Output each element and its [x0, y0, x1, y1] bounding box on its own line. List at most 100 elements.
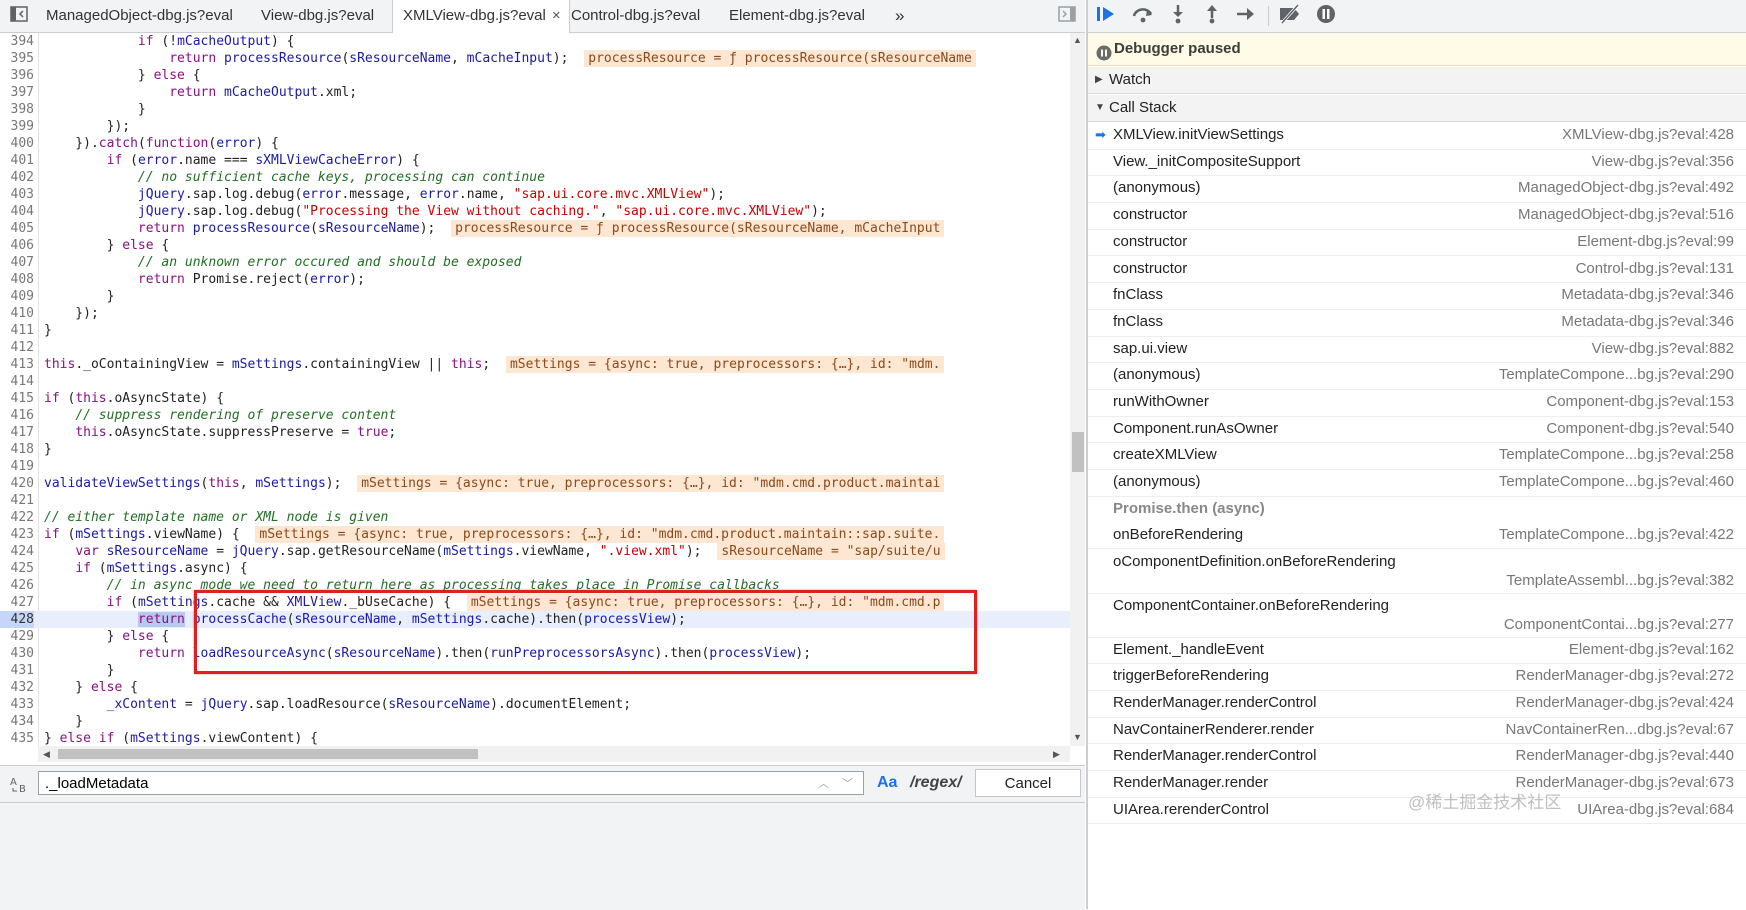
code-line[interactable]: 417 this.oAsyncState.suppressPreserve = …: [0, 424, 1070, 441]
code-line[interactable]: 424 var sResourceName = jQuery.sap.getRe…: [0, 543, 1070, 560]
tab-control[interactable]: Control-dbg.js?eval: [571, 0, 700, 32]
line-number[interactable]: 432: [0, 679, 34, 696]
line-number[interactable]: 394: [0, 33, 34, 50]
frame-location-link[interactable]: View-dbg.js?eval:882: [1592, 340, 1734, 357]
code-line[interactable]: 433 _xContent = jQuery.sap.loadResource(…: [0, 696, 1070, 713]
call-frame[interactable]: constructor Element-dbg.js?eval:99: [1088, 229, 1746, 257]
call-frame[interactable]: RenderManager.renderControl RenderManager…: [1088, 690, 1746, 718]
line-number[interactable]: 416: [0, 407, 34, 424]
code-line[interactable]: 414: [0, 373, 1070, 390]
line-number[interactable]: 396: [0, 67, 34, 84]
code-line[interactable]: 400 }).catch(function(error) {: [0, 135, 1070, 152]
frame-location-link[interactable]: Metadata-dbg.js?eval:346: [1561, 313, 1734, 330]
code-line[interactable]: 412: [0, 339, 1070, 356]
code-line[interactable]: 425 if (mSettings.async) {: [0, 560, 1070, 577]
frame-location-link[interactable]: Element-dbg.js?eval:99: [1577, 233, 1734, 250]
tab-xmlview[interactable]: XMLView-dbg.js?eval ×: [392, 0, 570, 33]
code-line[interactable]: 395 return processResource(sResourceName…: [0, 50, 1070, 67]
code-line[interactable]: 406 } else {: [0, 237, 1070, 254]
line-number[interactable]: 401: [0, 152, 34, 169]
tab-view[interactable]: View-dbg.js?eval: [261, 0, 374, 32]
chevron-down-icon[interactable]: ﹀: [842, 775, 853, 791]
code-line[interactable]: 398 }: [0, 101, 1070, 118]
line-number[interactable]: 431: [0, 662, 34, 679]
code-line[interactable]: 399 });: [0, 118, 1070, 135]
code-line[interactable]: 413 this._oContainingView = mSettings.con…: [0, 356, 1070, 373]
step-out-icon[interactable]: [1200, 4, 1224, 28]
call-frame[interactable]: (anonymous) TemplateCompone...bg.js?eval:…: [1088, 362, 1746, 390]
call-frame[interactable]: View._initCompositeSupport View-dbg.js?ev…: [1088, 149, 1746, 177]
line-number[interactable]: 403: [0, 186, 34, 203]
code-line[interactable]: 407 // an unknown error occured and shou…: [0, 254, 1070, 271]
code-line[interactable]: 418}: [0, 441, 1070, 458]
call-frame[interactable]: triggerBeforeRendering RenderManager-dbg.…: [1088, 663, 1746, 691]
line-number[interactable]: 397: [0, 84, 34, 101]
code-line[interactable]: 422 // either template name or XML node i…: [0, 509, 1070, 526]
line-number[interactable]: 427: [0, 594, 34, 611]
call-frame[interactable]: (anonymous) TemplateCompone...bg.js?eval:…: [1088, 469, 1746, 497]
call-frame[interactable]: (anonymous) ManagedObject-dbg.js?eval:492: [1088, 175, 1746, 204]
frame-location-link[interactable]: RenderManager-dbg.js?eval:424: [1516, 694, 1734, 711]
code-line[interactable]: 415 if (this.oAsyncState) {: [0, 390, 1070, 407]
line-number[interactable]: 400: [0, 135, 34, 152]
horizontal-scroll-thumb[interactable]: [58, 749, 478, 759]
chevron-up-icon[interactable]: ︿: [818, 775, 829, 791]
line-number[interactable]: 418: [0, 441, 34, 458]
line-number[interactable]: 412: [0, 339, 34, 356]
call-frame[interactable]: fnClass Metadata-dbg.js?eval:346: [1088, 309, 1746, 337]
call-frame[interactable]: ➡ XMLView.initViewSettings XMLView-dbg.js?…: [1088, 122, 1746, 150]
code-line[interactable]: 411}: [0, 322, 1070, 339]
line-number[interactable]: 428: [0, 611, 34, 628]
line-number[interactable]: 395: [0, 50, 34, 67]
call-frame[interactable]: RenderManager.renderControl RenderManager…: [1088, 743, 1746, 771]
pause-on-exceptions-icon[interactable]: [1314, 4, 1338, 28]
deactivate-breakpoints-icon[interactable]: [1278, 4, 1302, 28]
code-line[interactable]: 434 }: [0, 713, 1070, 730]
watch-section-header[interactable]: ▶ Watch: [1088, 67, 1746, 94]
frame-location-link[interactable]: Component-dbg.js?eval:540: [1546, 420, 1734, 437]
step-over-icon[interactable]: [1131, 4, 1155, 28]
code-line[interactable]: 432 } else {: [0, 679, 1070, 696]
line-number[interactable]: 404: [0, 203, 34, 220]
line-number[interactable]: 415: [0, 390, 34, 407]
code-line[interactable]: 404 jQuery.sap.log.debug("Processing the…: [0, 203, 1070, 220]
line-number[interactable]: 409: [0, 288, 34, 305]
frame-location-link[interactable]: TemplateCompone...bg.js?eval:258: [1499, 446, 1734, 463]
line-number[interactable]: 420: [0, 475, 34, 492]
line-number[interactable]: 411: [0, 322, 34, 339]
frame-location-link[interactable]: TemplateCompone...bg.js?eval:422: [1499, 526, 1734, 543]
tab-managedobject[interactable]: ManagedObject-dbg.js?eval: [46, 0, 233, 32]
line-number[interactable]: 421: [0, 492, 34, 509]
line-number[interactable]: 407: [0, 254, 34, 271]
close-icon[interactable]: ×: [552, 7, 561, 24]
call-frame[interactable]: fnClass Metadata-dbg.js?eval:346: [1088, 282, 1746, 310]
code-line[interactable]: 410 });: [0, 305, 1070, 322]
ab-replace-icon[interactable]: AB: [9, 774, 31, 795]
callstack-section-header[interactable]: ▼ Call Stack: [1088, 95, 1746, 122]
code-line[interactable]: 416 // suppress rendering of preserve co…: [0, 407, 1070, 424]
tab-element[interactable]: Element-dbg.js?eval: [729, 0, 865, 32]
frame-location-link[interactable]: Control-dbg.js?eval:131: [1576, 260, 1734, 277]
call-frame[interactable]: constructor ManagedObject-dbg.js?eval:516: [1088, 202, 1746, 230]
frame-location-link[interactable]: ManagedObject-dbg.js?eval:492: [1518, 179, 1734, 196]
call-frame[interactable]: ComponentContainer.onBeforeRendering Comp…: [1088, 593, 1746, 638]
line-number[interactable]: 429: [0, 628, 34, 645]
call-frame[interactable]: sap.ui.view View-dbg.js?eval:882: [1088, 336, 1746, 364]
code-line[interactable]: 435} else if (mSettings.viewContent) {: [0, 730, 1070, 746]
code-line[interactable]: 421: [0, 492, 1070, 509]
frame-location-link[interactable]: Metadata-dbg.js?eval:346: [1561, 286, 1734, 303]
scroll-right-icon[interactable]: ▶: [1053, 749, 1060, 760]
code-line[interactable]: 420 validateViewSettings(this, mSettings)…: [0, 475, 1070, 492]
call-frame[interactable]: runWithOwner Component-dbg.js?eval:153: [1088, 389, 1746, 417]
code-line[interactable]: 402 // no sufficient cache keys, process…: [0, 169, 1070, 186]
frame-location-link[interactable]: View-dbg.js?eval:356: [1592, 153, 1734, 170]
code-line[interactable]: 408 return Promise.reject(error);: [0, 271, 1070, 288]
frame-location-link[interactable]: XMLView-dbg.js?eval:428: [1562, 126, 1734, 143]
line-number[interactable]: 402: [0, 169, 34, 186]
vertical-scroll-thumb[interactable]: [1072, 432, 1084, 472]
regex-button[interactable]: /regex/: [910, 774, 962, 792]
sidebar-right-icon[interactable]: [1058, 6, 1076, 24]
frame-location-link[interactable]: TemplateCompone...bg.js?eval:290: [1499, 366, 1734, 383]
frame-location-link[interactable]: RenderManager-dbg.js?eval:272: [1516, 667, 1734, 684]
vertical-scrollbar[interactable]: ▲ ▼: [1070, 33, 1085, 746]
